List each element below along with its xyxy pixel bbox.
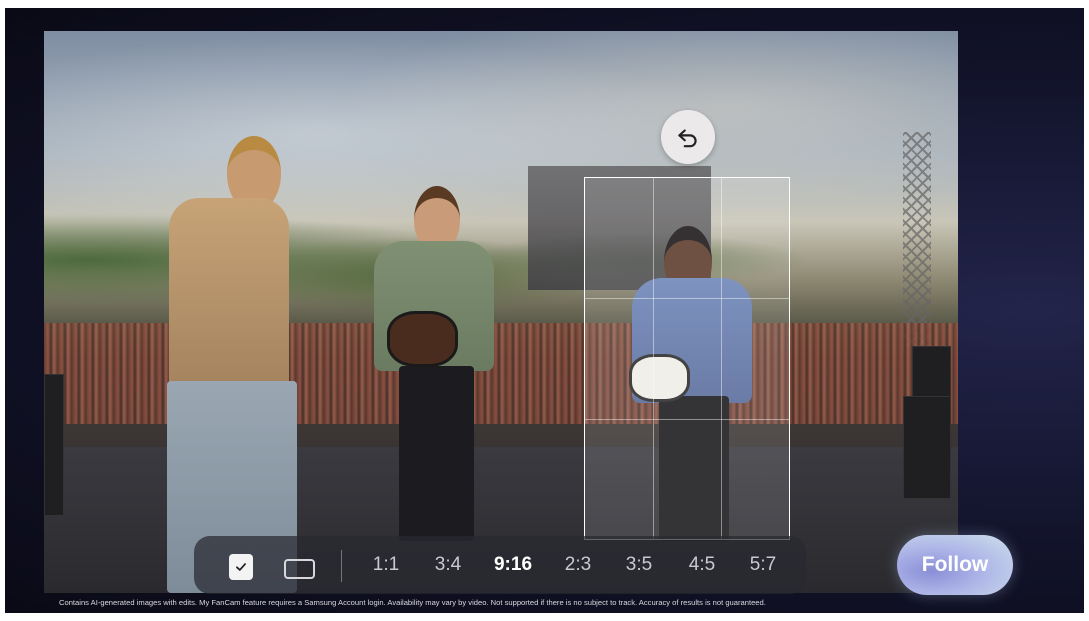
speaker-left bbox=[44, 373, 65, 517]
amp-right-top bbox=[912, 345, 951, 399]
concert-photo bbox=[44, 31, 958, 593]
guitarist-guitar bbox=[387, 311, 458, 367]
crop-frame[interactable] bbox=[584, 177, 790, 540]
check-icon bbox=[236, 563, 246, 571]
ratio-2-3[interactable]: 2:3 bbox=[556, 536, 600, 594]
ratio-9-16[interactable]: 9:16 bbox=[491, 536, 535, 594]
crop-grid-line bbox=[585, 418, 789, 420]
ratio-3-4[interactable]: 3:4 bbox=[426, 536, 470, 594]
follow-button[interactable]: Follow bbox=[897, 535, 1013, 595]
singer bbox=[159, 136, 319, 593]
crop-grid-line bbox=[652, 178, 654, 539]
ratio-3-5[interactable]: 3:5 bbox=[617, 536, 661, 594]
ratio-4-5[interactable]: 4:5 bbox=[680, 536, 724, 594]
crop-grid-line bbox=[585, 298, 789, 300]
amp-right-bottom bbox=[903, 396, 951, 500]
aspect-ratio-bar: 1:1 3:4 9:16 2:3 3:5 4:5 5:7 bbox=[194, 536, 806, 594]
tv-screen: 1:1 3:4 9:16 2:3 3:5 4:5 5:7 Follow Cont… bbox=[5, 8, 1084, 613]
divider bbox=[341, 550, 342, 582]
undo-icon bbox=[678, 129, 697, 148]
ratio-5-7[interactable]: 5:7 bbox=[741, 536, 785, 594]
lighting-tower bbox=[903, 132, 931, 346]
singer-jacket bbox=[169, 198, 289, 388]
guitarist-pants bbox=[399, 366, 474, 541]
ratio-1-1[interactable]: 1:1 bbox=[364, 536, 408, 594]
rectangle-icon[interactable] bbox=[284, 559, 315, 579]
undo-button[interactable] bbox=[661, 110, 715, 164]
guitarist bbox=[369, 186, 509, 541]
disclaimer-text: Contains AI-generated images with edits.… bbox=[59, 598, 766, 607]
auto-frame-toggle[interactable] bbox=[229, 554, 253, 580]
crop-grid-line bbox=[720, 178, 722, 539]
